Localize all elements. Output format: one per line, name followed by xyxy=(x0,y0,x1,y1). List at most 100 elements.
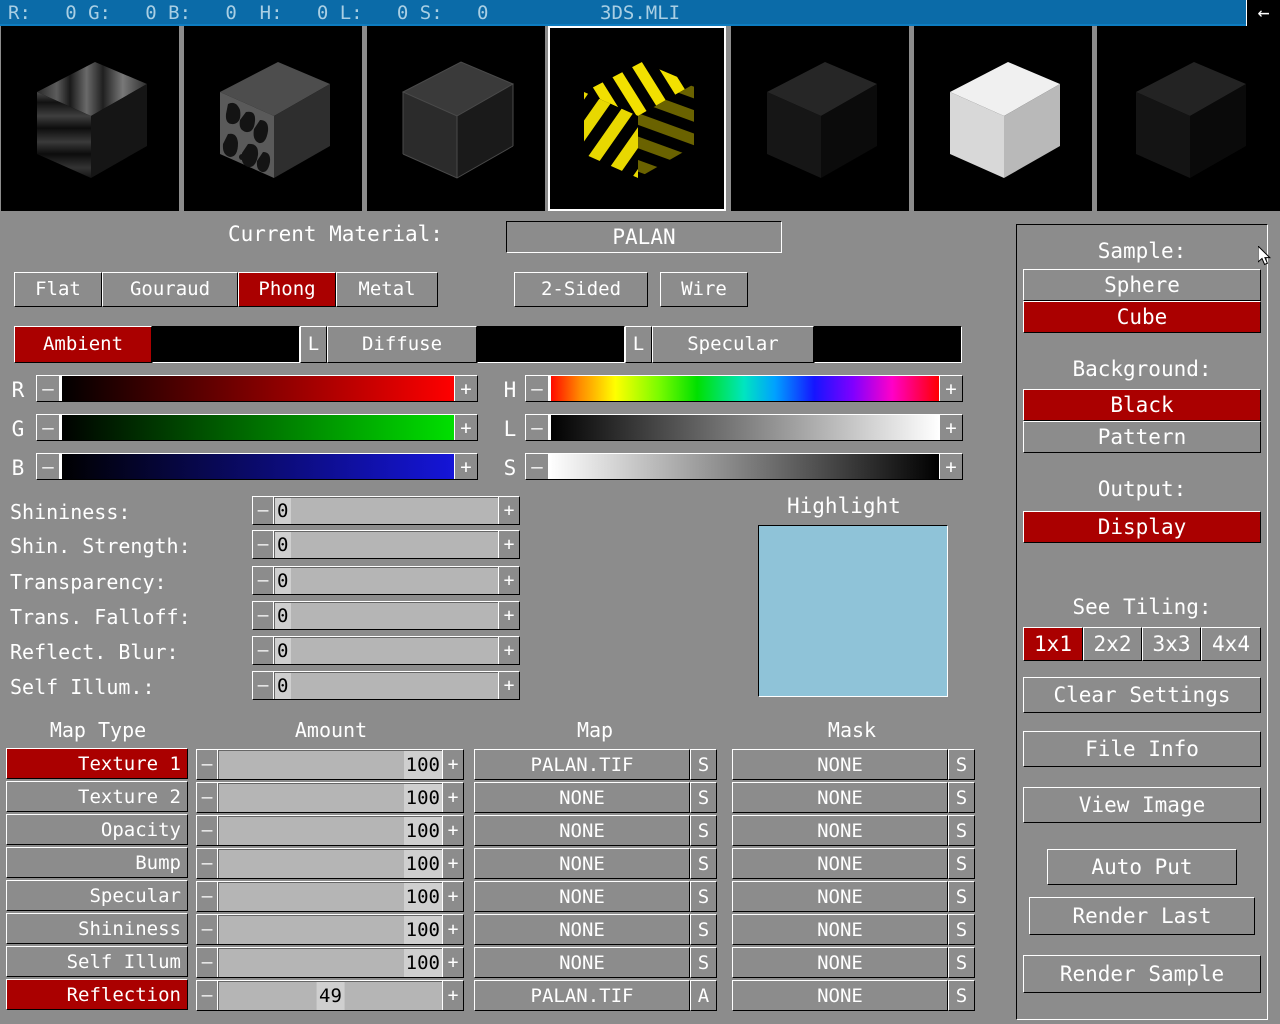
slider-h-minus[interactable]: – xyxy=(526,376,549,401)
mask-name-cell[interactable]: NONE xyxy=(732,914,948,945)
amount-plus[interactable]: + xyxy=(442,750,463,779)
wire-button[interactable]: Wire xyxy=(660,272,748,307)
map-toggle-button[interactable]: S xyxy=(690,848,717,879)
reflect-blur-plus[interactable]: + xyxy=(498,637,519,664)
amount-spinner[interactable]: – 100 + xyxy=(196,782,464,813)
transparency-field[interactable]: 0 xyxy=(274,567,498,594)
mask-toggle-button[interactable]: S xyxy=(948,947,975,978)
shininess-spinner[interactable]: – 0 + xyxy=(252,496,520,525)
ambient-color-swatch[interactable] xyxy=(152,326,300,363)
render-last-button[interactable]: Render Last xyxy=(1029,897,1255,935)
amount-plus[interactable]: + xyxy=(442,849,463,878)
slider-g-plus[interactable]: + xyxy=(454,415,477,440)
slider-h[interactable]: – + xyxy=(525,375,963,402)
self-illum-minus[interactable]: – xyxy=(253,672,274,699)
map-name-cell[interactable]: NONE xyxy=(474,881,690,912)
amount-minus[interactable]: – xyxy=(197,948,218,977)
slider-h-marker[interactable] xyxy=(549,376,551,401)
shin-strength-field[interactable]: 0 xyxy=(274,531,498,558)
map-toggle-button[interactable]: A xyxy=(690,980,717,1011)
slider-s-plus[interactable]: + xyxy=(939,454,962,479)
tiling-2x2-button[interactable]: 2x2 xyxy=(1083,627,1142,661)
slider-r-minus[interactable]: – xyxy=(37,376,60,401)
amount-field[interactable]: 100 xyxy=(218,783,442,812)
shininess-field[interactable]: 0 xyxy=(274,497,498,524)
amount-spinner[interactable]: – 100 + xyxy=(196,914,464,945)
self-illum-spinner[interactable]: – 0 + xyxy=(252,671,520,700)
mask-toggle-button[interactable]: S xyxy=(948,980,975,1011)
map-toggle-button[interactable]: S xyxy=(690,815,717,846)
current-material-field[interactable]: PALAN xyxy=(506,221,782,253)
mask-toggle-button[interactable]: S xyxy=(948,749,975,780)
map-name-cell[interactable]: NONE xyxy=(474,848,690,879)
slider-l-minus[interactable]: – xyxy=(526,415,549,440)
amount-field[interactable]: 49 xyxy=(218,981,442,1010)
amount-minus[interactable]: – xyxy=(197,981,218,1010)
reflect-blur-spinner[interactable]: – 0 + xyxy=(252,636,520,665)
slider-l[interactable]: – + xyxy=(525,414,963,441)
mask-toggle-button[interactable]: S xyxy=(948,881,975,912)
render-sample-button[interactable]: Render Sample xyxy=(1023,955,1261,993)
amount-spinner[interactable]: – 100 + xyxy=(196,947,464,978)
view-image-button[interactable]: View Image xyxy=(1023,787,1261,823)
amount-minus[interactable]: – xyxy=(197,750,218,779)
self-illum-field[interactable]: 0 xyxy=(274,672,498,699)
diffuse-lock-button[interactable]: L xyxy=(300,326,327,363)
tiling-3x3-button[interactable]: 3x3 xyxy=(1142,627,1201,661)
mask-toggle-button[interactable]: S xyxy=(948,782,975,813)
map-type-cell[interactable]: Texture 1 xyxy=(6,748,188,779)
slider-s-ramp[interactable] xyxy=(549,454,939,479)
map-name-cell[interactable]: NONE xyxy=(474,815,690,846)
slider-s[interactable]: – + xyxy=(525,453,963,480)
highlight-graph[interactable] xyxy=(758,525,948,697)
shininess-plus[interactable]: + xyxy=(498,497,519,524)
sample-sphere-button[interactable]: Sphere xyxy=(1023,269,1261,301)
specular-tab-button[interactable]: Specular xyxy=(652,326,814,363)
tiling-1x1-button[interactable]: 1x1 xyxy=(1023,627,1083,661)
specular-color-swatch[interactable] xyxy=(814,326,962,363)
slider-l-ramp[interactable] xyxy=(549,415,939,440)
amount-field[interactable]: 100 xyxy=(218,750,442,779)
shininess-minus[interactable]: – xyxy=(253,497,274,524)
transparency-spinner[interactable]: – 0 + xyxy=(252,566,520,595)
material-slot-2[interactable] xyxy=(184,26,362,211)
amount-minus[interactable]: – xyxy=(197,849,218,878)
reflect-blur-field[interactable]: 0 xyxy=(274,637,498,664)
slider-r-marker[interactable] xyxy=(60,376,62,401)
amount-spinner[interactable]: – 100 + xyxy=(196,881,464,912)
map-type-cell[interactable]: Reflection xyxy=(6,979,188,1010)
amount-plus[interactable]: + xyxy=(442,882,463,911)
mask-name-cell[interactable]: NONE xyxy=(732,881,948,912)
slider-h-plus[interactable]: + xyxy=(939,376,962,401)
background-black-button[interactable]: Black xyxy=(1023,389,1261,421)
shade-phong-button[interactable]: Phong xyxy=(238,272,336,307)
back-button[interactable]: ← xyxy=(1246,0,1280,26)
material-slot-3[interactable] xyxy=(367,26,545,211)
map-toggle-button[interactable]: S xyxy=(690,881,717,912)
slider-g[interactable]: – + xyxy=(36,414,478,441)
reflect-blur-minus[interactable]: – xyxy=(253,637,274,664)
amount-plus[interactable]: + xyxy=(442,783,463,812)
transparency-minus[interactable]: – xyxy=(253,567,274,594)
diffuse-color-swatch[interactable] xyxy=(477,326,625,363)
slider-r-ramp[interactable] xyxy=(60,376,454,401)
mask-name-cell[interactable]: NONE xyxy=(732,848,948,879)
sample-cube-button[interactable]: Cube xyxy=(1023,301,1261,333)
map-toggle-button[interactable]: S xyxy=(690,782,717,813)
material-slot-1[interactable] xyxy=(1,26,179,211)
auto-put-button[interactable]: Auto Put xyxy=(1047,849,1237,885)
slider-b-plus[interactable]: + xyxy=(454,454,477,479)
amount-spinner[interactable]: – 100 + xyxy=(196,749,464,780)
material-slot-7[interactable] xyxy=(1097,26,1280,211)
map-toggle-button[interactable]: S xyxy=(690,914,717,945)
amount-plus[interactable]: + xyxy=(442,948,463,977)
amount-plus[interactable]: + xyxy=(442,915,463,944)
shade-metal-button[interactable]: Metal xyxy=(336,272,438,307)
slider-g-marker[interactable] xyxy=(60,415,62,440)
trans-falloff-minus[interactable]: – xyxy=(253,602,274,629)
material-slot-6[interactable] xyxy=(914,26,1092,211)
mask-name-cell[interactable]: NONE xyxy=(732,980,948,1011)
slider-r-plus[interactable]: + xyxy=(454,376,477,401)
map-name-cell[interactable]: PALAN.TIF xyxy=(474,749,690,780)
map-toggle-button[interactable]: S xyxy=(690,947,717,978)
